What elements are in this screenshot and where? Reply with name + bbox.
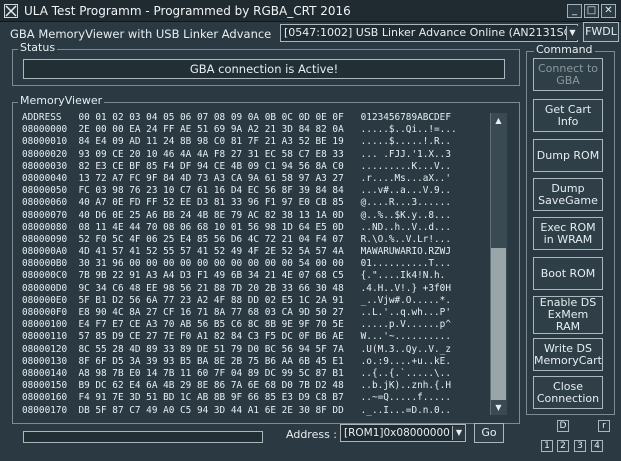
enable-ds-exmem-ram-button[interactable]: Enable DS ExMem RAM — [533, 296, 603, 334]
minimize-button[interactable]: _ — [567, 4, 582, 18]
hex-row: 08000050 FC 03 98 76 23 10 C7 61 16 D4 E… — [22, 185, 451, 197]
status-group-label: Status — [18, 41, 58, 54]
hex-row: 080000B0 30 31 96 00 00 00 00 00 00 00 0… — [22, 258, 451, 270]
hex-row: 080000D0 9C 34 C6 48 EE 98 56 21 88 7D 2… — [22, 282, 451, 294]
window-title: ULA Test Programm - Programmed by RGBA_C… — [24, 4, 351, 18]
hex-row: 08000000 2E 00 00 EA 24 FF AE 51 69 9A A… — [22, 124, 457, 136]
hex-row: 08000090 52 F0 5C 4F 06 25 E4 85 56 D6 4… — [22, 233, 451, 245]
close-connection-button[interactable]: Close Connection — [533, 376, 603, 409]
mini-3-button[interactable]: 3 — [574, 440, 586, 452]
scroll-down-icon[interactable]: ▼ — [490, 400, 507, 415]
maximize-button[interactable]: □ — [584, 4, 599, 18]
hex-row: 080000F0 E8 90 4C 8A 27 CF 16 71 8A 77 6… — [22, 307, 451, 318]
device-select[interactable]: [0547:1002] USB Linker Advance Online (A… — [280, 24, 578, 42]
progress-bar — [23, 431, 263, 443]
close-window-button[interactable]: ✕ — [601, 4, 616, 18]
mini-4-button[interactable]: 4 — [591, 440, 603, 452]
memory-viewer-label: MemoryViewer — [18, 94, 105, 107]
hex-row: 080000E0 5F B1 D2 56 6A 77 23 A2 4F 88 D… — [22, 294, 451, 306]
hex-header-row: ADDRESS 00 01 02 03 04 05 06 07 08 09 0A… — [22, 112, 451, 123]
hex-row: 08000110 57 85 D9 CE 27 7E F0 A1 82 84 C… — [22, 331, 451, 343]
exec-rom-in-wram-button[interactable]: Exec ROM in WRAM — [533, 217, 603, 250]
hex-row: 08000140 A8 98 7B E0 14 7B 11 60 7F 04 8… — [22, 367, 451, 379]
mini-1-button[interactable]: 1 — [541, 440, 553, 452]
boot-rom-button[interactable]: Boot ROM — [533, 257, 603, 290]
hex-row: 08000040 13 72 A7 FC 9F 84 4D 73 A3 CA 9… — [22, 172, 451, 184]
hex-row: 08000130 8F 6F D5 3A 39 93 B5 BA 8E 2B 7… — [22, 355, 451, 367]
mini-d-button[interactable]: D — [557, 420, 569, 432]
hex-row: 08000070 40 D6 0E 25 A6 BB 24 4B 8E 79 A… — [22, 209, 451, 221]
hex-dump-panel[interactable]: ADDRESS 00 01 02 03 04 05 06 07 08 09 0A… — [22, 112, 511, 416]
go-button[interactable]: Go — [474, 423, 504, 443]
status-message: GBA connection is Active! — [23, 59, 505, 79]
connect-to-gba-button[interactable]: Connect to GBA — [533, 58, 603, 91]
chevron-down-icon[interactable]: ▼ — [566, 26, 578, 40]
address-select[interactable]: [ROM1]0x08000000 — [340, 424, 466, 442]
hex-row: 08000030 82 E3 CE BF 85 F4 DF 94 CE 4B 0… — [22, 160, 451, 172]
app-subtitle: GBA MemoryViewer with USB Linker Advance — [10, 27, 272, 41]
hex-row: 08000080 08 11 4E 44 70 08 06 68 10 01 5… — [22, 221, 451, 233]
hex-row: 08000020 93 09 CE 20 10 46 4A 4A F8 27 3… — [22, 148, 451, 160]
fwdl-button[interactable]: FWDL — [583, 22, 619, 42]
mini-r-button[interactable]: r — [598, 420, 610, 432]
hex-row: 08000160 F4 91 7E 3D 51 BD 1C AB 8B 9F 6… — [22, 392, 451, 404]
hex-row: 08000150 B9 DC 62 E4 6A 4B 29 8E 86 7A 6… — [22, 380, 451, 392]
hex-row: 08000170 DB 5F 87 C7 49 A0 C5 94 3D 44 A… — [22, 404, 451, 416]
hex-row: 080000C0 7B 9B 22 91 A3 A4 D3 F1 49 6B 3… — [22, 270, 446, 282]
address-label: Address : — [286, 428, 338, 441]
app-icon — [4, 4, 18, 18]
hex-row: 08000060 40 A7 0E FD FF 52 EE D3 81 33 9… — [22, 197, 451, 209]
scroll-up-icon[interactable]: ▲ — [490, 113, 507, 128]
chevron-down-icon[interactable]: ▼ — [452, 426, 465, 440]
dump-savegame-button[interactable]: Dump SaveGame — [533, 178, 603, 211]
dump-rom-button[interactable]: Dump ROM — [533, 139, 603, 172]
hex-row: 08000010 84 E4 09 AD 11 24 8B 98 C0 81 7… — [22, 136, 451, 148]
hex-row: 08000100 E4 F7 E7 CE A3 70 AB 56 B5 C6 8… — [22, 319, 451, 331]
mini-2-button[interactable]: 2 — [557, 440, 569, 452]
hex-row: 080000A0 4D 41 57 41 52 55 57 41 52 49 4… — [22, 246, 451, 258]
scroll-thumb[interactable] — [491, 248, 506, 400]
command-group-label: Command — [534, 43, 595, 56]
write-ds-memorycart-button[interactable]: Write DS MemoryCart — [533, 338, 603, 371]
hex-row: 08000120 8C 55 28 4D 89 33 89 DE 51 79 D… — [22, 343, 451, 355]
get-cart-info-button[interactable]: Get Cart Info — [533, 99, 603, 132]
